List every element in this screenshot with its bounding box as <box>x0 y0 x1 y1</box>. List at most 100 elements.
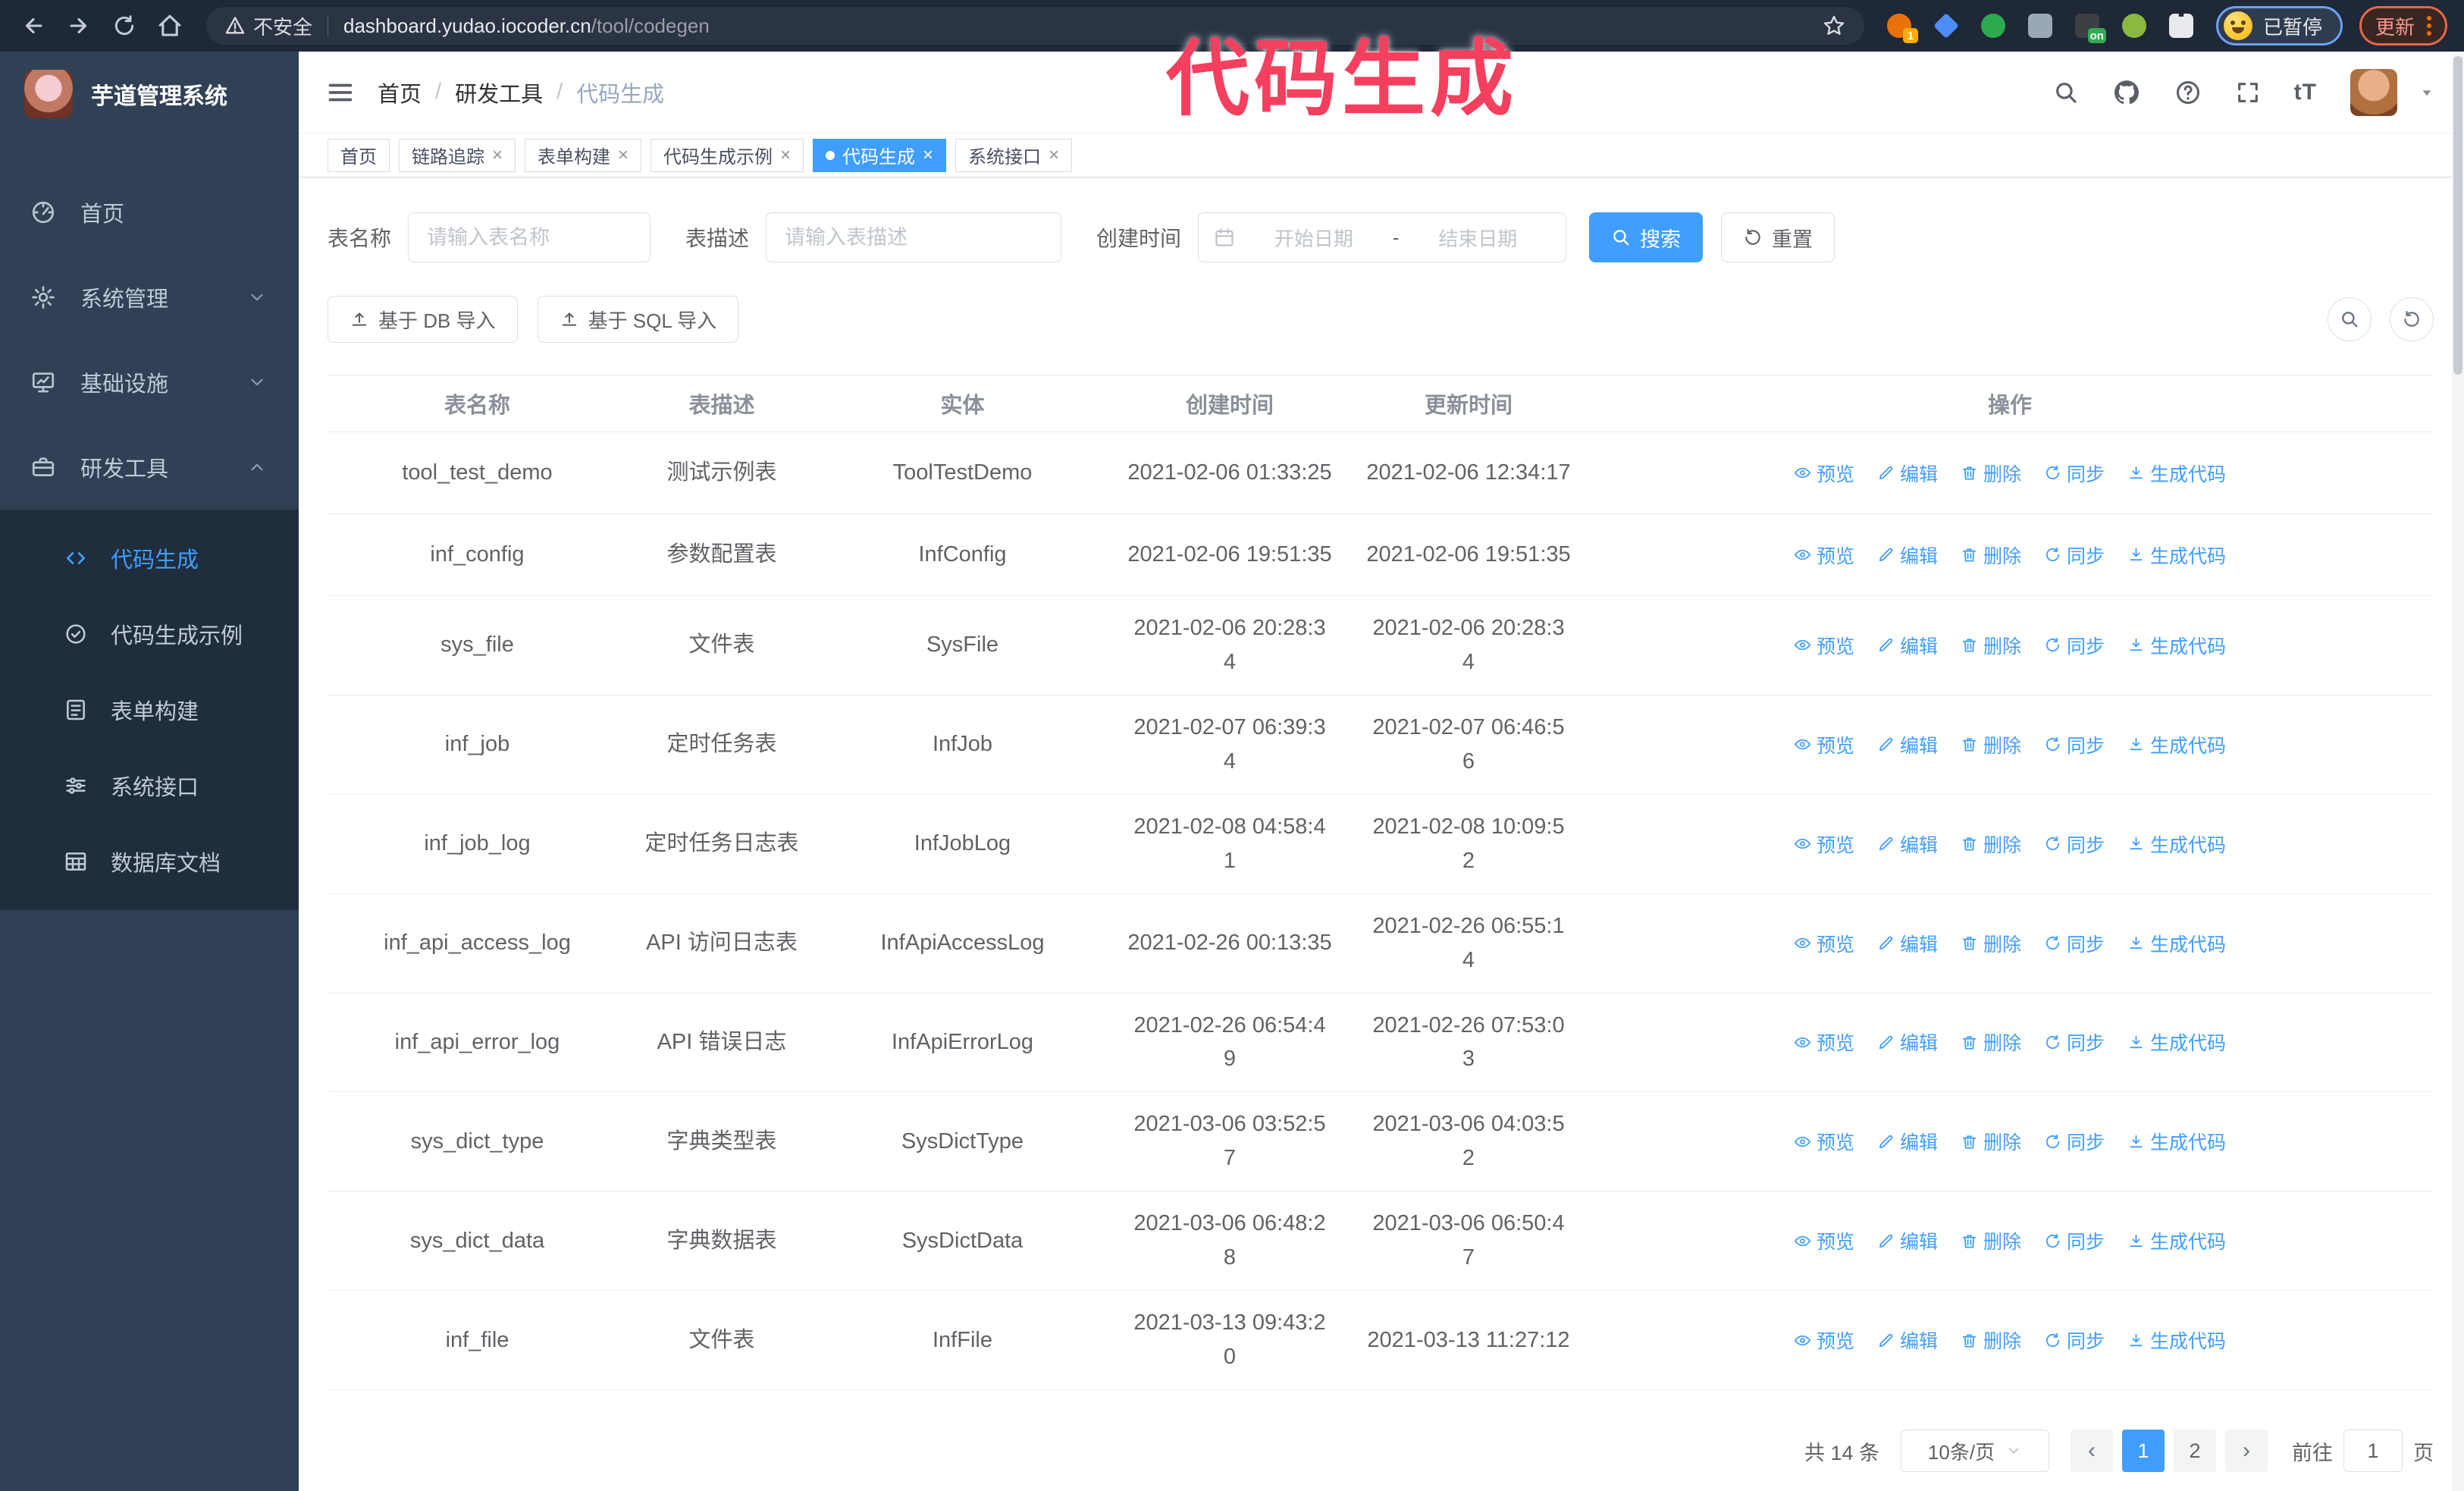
edit-action-link[interactable]: 编辑 <box>1877 830 1938 858</box>
extension-dark-on-icon[interactable]: on <box>2074 12 2106 43</box>
download-action-link[interactable]: 生成代码 <box>2127 1128 2226 1155</box>
extension-green-bot-icon[interactable] <box>2121 12 2148 39</box>
breadcrumb-item[interactable]: 首页 <box>378 77 422 108</box>
extension-puzzle-icon[interactable] <box>2168 12 2195 39</box>
eye-action-link[interactable]: 预览 <box>1794 632 1854 659</box>
avatar-caret-icon[interactable] <box>2417 83 2437 102</box>
edit-action-link[interactable]: 编辑 <box>1877 731 1938 758</box>
sync-action-link[interactable]: 同步 <box>2044 930 2105 957</box>
eye-action-link[interactable]: 预览 <box>1794 731 1854 758</box>
github-icon[interactable] <box>2112 78 2141 107</box>
trash-action-link[interactable]: 删除 <box>1961 731 2021 758</box>
trash-action-link[interactable]: 删除 <box>1961 632 2021 659</box>
sync-action-link[interactable]: 同步 <box>2044 731 2105 758</box>
edit-action-link[interactable]: 编辑 <box>1877 930 1938 957</box>
trash-action-link[interactable]: 删除 <box>1961 830 2021 858</box>
toggle-search-button[interactable] <box>2328 297 2372 341</box>
browser-reload-icon[interactable] <box>108 9 141 42</box>
search-button[interactable]: 搜索 <box>1589 212 1704 262</box>
sidebar-item-infra[interactable]: 基础设施 <box>0 340 299 425</box>
reset-button[interactable]: 重置 <box>1721 212 1835 262</box>
next-page-button[interactable]: › <box>2225 1430 2268 1472</box>
table-name-input[interactable] <box>408 212 651 262</box>
scrollbar-thumb[interactable] <box>2453 56 2462 375</box>
browser-forward-icon[interactable] <box>62 9 96 42</box>
eye-action-link[interactable]: 预览 <box>1794 541 1854 569</box>
sidebar-subitem-db-doc[interactable]: 数据库文档 <box>0 824 299 899</box>
extension-orange-icon[interactable]: 1 <box>1886 12 1918 43</box>
help-icon[interactable] <box>2174 79 2202 106</box>
table-desc-input[interactable] <box>766 212 1062 262</box>
eye-action-link[interactable]: 预览 <box>1794 830 1854 858</box>
update-chip[interactable]: 更新 <box>2359 6 2447 46</box>
download-action-link[interactable]: 生成代码 <box>2127 1326 2226 1354</box>
sync-action-link[interactable]: 同步 <box>2044 830 2105 858</box>
download-action-link[interactable]: 生成代码 <box>2127 1028 2226 1056</box>
end-date-placeholder[interactable]: 结束日期 <box>1405 224 1550 252</box>
goto-page-input[interactable] <box>2343 1430 2403 1472</box>
browser-home-icon[interactable] <box>153 9 187 42</box>
sync-action-link[interactable]: 同步 <box>2044 460 2105 487</box>
extension-blue-gem-icon[interactable] <box>1933 12 1960 39</box>
edit-action-link[interactable]: 编辑 <box>1877 460 1938 487</box>
date-range-picker[interactable]: 开始日期 - 结束日期 <box>1198 212 1567 262</box>
prev-page-button[interactable]: ‹ <box>2071 1430 2113 1472</box>
sidebar-subitem-form-builder[interactable]: 表单构建 <box>0 672 299 748</box>
download-action-link[interactable]: 生成代码 <box>2127 541 2226 569</box>
page-number-button[interactable]: 1 <box>2122 1430 2165 1472</box>
edit-action-link[interactable]: 编辑 <box>1877 1028 1938 1056</box>
close-icon[interactable]: × <box>923 145 933 166</box>
eye-action-link[interactable]: 预览 <box>1794 930 1854 957</box>
sync-action-link[interactable]: 同步 <box>2044 1227 2105 1254</box>
page-scrollbar[interactable] <box>2452 52 2464 1491</box>
tag-首页[interactable]: 首页 <box>328 138 390 172</box>
sidebar-subitem-system-api[interactable]: 系统接口 <box>0 748 299 824</box>
download-action-link[interactable]: 生成代码 <box>2127 930 2226 957</box>
eye-action-link[interactable]: 预览 <box>1794 1326 1854 1354</box>
sync-action-link[interactable]: 同步 <box>2044 1326 2105 1354</box>
download-action-link[interactable]: 生成代码 <box>2127 460 2226 487</box>
edit-action-link[interactable]: 编辑 <box>1877 1128 1938 1155</box>
sidebar-subitem-codegen[interactable]: 代码生成 <box>0 520 299 596</box>
db-import-button[interactable]: 基于 DB 导入 <box>328 296 518 343</box>
sql-import-button[interactable]: 基于 SQL 导入 <box>537 296 739 343</box>
page-number-button[interactable]: 2 <box>2174 1430 2216 1472</box>
eye-action-link[interactable]: 预览 <box>1794 1227 1854 1254</box>
header-search-icon[interactable] <box>2053 80 2079 105</box>
edit-action-link[interactable]: 编辑 <box>1877 541 1938 569</box>
bookmark-star-icon[interactable] <box>1822 14 1846 38</box>
edit-action-link[interactable]: 编辑 <box>1877 632 1938 659</box>
eye-action-link[interactable]: 预览 <box>1794 1028 1854 1056</box>
font-size-icon[interactable]: tT <box>2294 80 2317 105</box>
address-bar[interactable]: 不安全 dashboard.yudao.iocoder.cn/tool/code… <box>206 7 1864 45</box>
trash-action-link[interactable]: 删除 <box>1961 1227 2021 1254</box>
not-secure-warning[interactable]: 不安全 <box>224 12 312 40</box>
sync-action-link[interactable]: 同步 <box>2044 1028 2105 1056</box>
extension-green-check-icon[interactable] <box>1980 12 2007 39</box>
trash-action-link[interactable]: 删除 <box>1961 1326 2021 1354</box>
sidebar-subitem-codegen-demo[interactable]: 代码生成示例 <box>0 596 299 672</box>
download-action-link[interactable]: 生成代码 <box>2127 731 2226 758</box>
close-icon[interactable]: × <box>780 145 791 166</box>
trash-action-link[interactable]: 删除 <box>1961 460 2021 487</box>
trash-action-link[interactable]: 删除 <box>1961 930 2021 957</box>
trash-action-link[interactable]: 删除 <box>1961 541 2021 569</box>
browser-back-icon[interactable] <box>17 9 50 42</box>
start-date-placeholder[interactable]: 开始日期 <box>1241 224 1387 252</box>
close-icon[interactable]: × <box>618 145 629 166</box>
sidebar-item-home[interactable]: 首页 <box>0 170 299 255</box>
tag-链路追踪[interactable]: 链路追踪 × <box>399 138 516 172</box>
close-icon[interactable]: × <box>492 145 503 166</box>
refresh-table-button[interactable] <box>2390 297 2434 341</box>
trash-action-link[interactable]: 删除 <box>1961 1028 2021 1056</box>
fullscreen-icon[interactable] <box>2235 80 2261 105</box>
sync-action-link[interactable]: 同步 <box>2044 541 2105 569</box>
eye-action-link[interactable]: 预览 <box>1794 460 1854 487</box>
download-action-link[interactable]: 生成代码 <box>2127 1227 2226 1254</box>
sidebar-item-system[interactable]: 系统管理 <box>0 255 299 340</box>
tag-系统接口[interactable]: 系统接口 × <box>955 138 1073 172</box>
eye-action-link[interactable]: 预览 <box>1794 1128 1854 1155</box>
sync-action-link[interactable]: 同步 <box>2044 632 2105 659</box>
edit-action-link[interactable]: 编辑 <box>1877 1326 1938 1354</box>
hamburger-icon[interactable] <box>326 78 355 107</box>
